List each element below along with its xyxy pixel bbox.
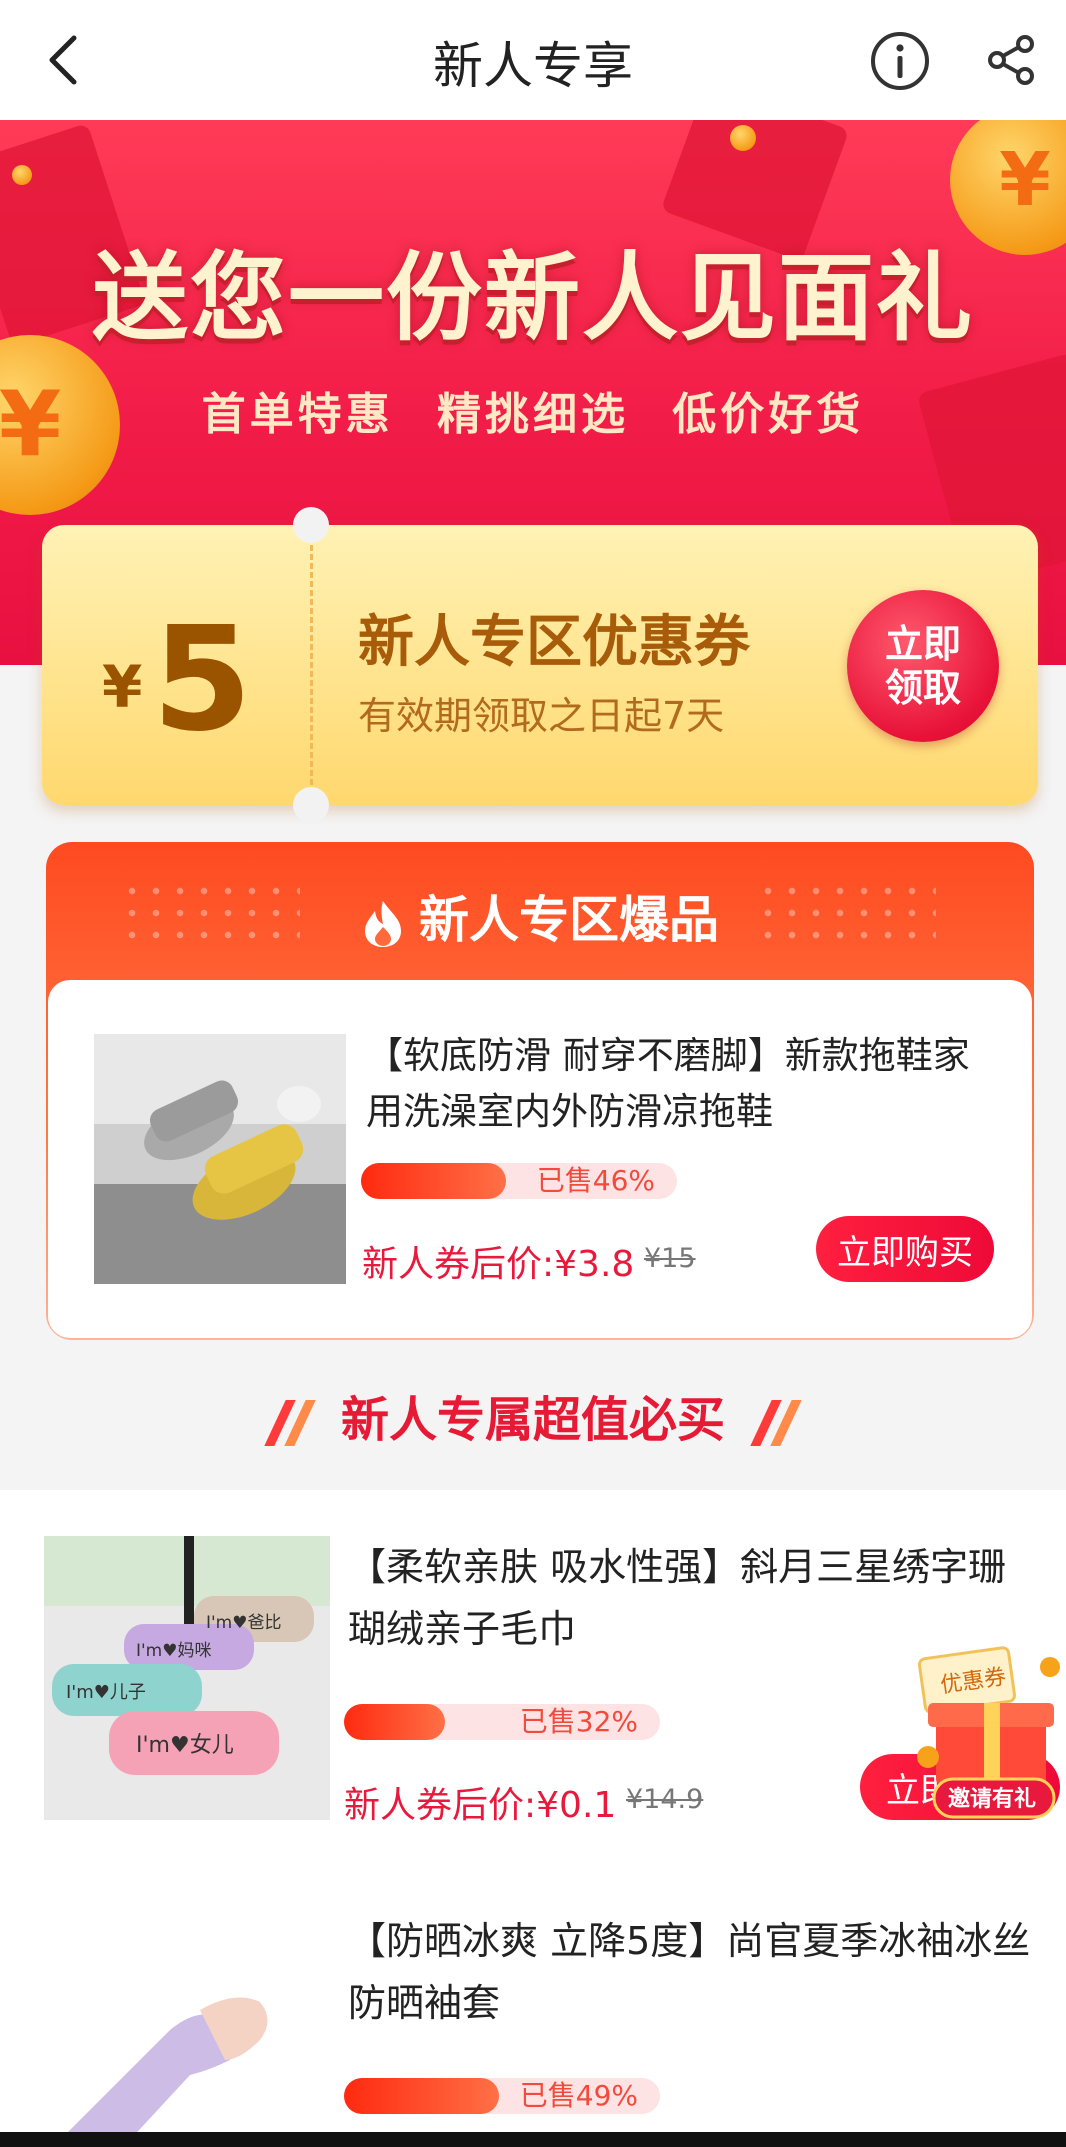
towel-text-1: I'm♥爸比 [206,1613,282,1633]
sold-progress-fill [344,1704,446,1740]
coupon-divider [310,545,313,785]
share-icon[interactable] [985,34,1037,86]
flame-icon [365,900,401,947]
hot-product-original-price: ¥15 [644,1243,696,1274]
sold-label: 已售32% [519,1705,638,1738]
coupon-title: 新人专区优惠券 [358,610,750,675]
banner-subline: 首单特惠 精挑细选 低价好货 [201,389,865,440]
page: 新人专享 ¥ ¥ 送您一份新人见面礼 首单特惠 精挑细选 低价好货 ¥ 5 新人… [0,0,1066,2147]
sold-label: 已售49% [519,2079,638,2112]
towel-text-4: I'm♥女儿 [136,1733,234,1758]
sold-progress: 已售32% [344,1704,660,1740]
coupon-currency: ¥ [102,653,143,721]
claim-label-line2: 领取 [884,666,961,710]
value-section-title-text: 新人专属超值必买 [340,1392,725,1448]
bottom-edge [0,2132,1066,2147]
top-bar: 新人专享 [0,0,1066,120]
info-icon[interactable] [869,30,931,92]
coin-icon [730,125,756,151]
slipper-product-image[interactable] [94,1034,346,1284]
product-name[interactable]: 【柔软亲肤 吸水性强】斜月三星绣字珊瑚绒亲子毛巾 [348,1536,1038,1660]
arm-sleeve-illustration [53,1997,268,2147]
coin-icon [12,165,32,185]
slipper-illustration [94,1034,346,1284]
list-item[interactable]: 【防晒冰爽 立降5度】尚官夏季冰袖冰丝防晒袖套 已售49% [0,1910,1066,2147]
hot-products-section: 新人专区爆品 【软底防滑 耐穿不磨脚】新款拖鞋家用洗澡室内外防滑凉拖鞋 已售46 [46,842,1034,1340]
claim-label-line1: 立即 [884,622,961,666]
hot-sold-label: 已售46% [536,1164,655,1197]
product-original-price: ¥14.9 [626,1784,704,1815]
new-user-coupon: ¥ 5 新人专区优惠券 有效期领取之日起7天 立即 领取 [42,507,1038,823]
gift-box-icon: 优惠券 邀请有礼 [917,1646,1060,1819]
product-name[interactable]: 【防晒冰爽 立降5度】尚官夏季冰袖冰丝防晒袖套 [348,1910,1038,2034]
value-section-title: 新人专属超值必买 [0,1380,1066,1450]
hot-buy-now-button[interactable]: 立即购买 [816,1216,994,1282]
towel-text-2: I'm♥妈咪 [136,1641,212,1661]
invite-gift-widget[interactable]: 优惠券 邀请有礼 [900,1645,1066,1820]
hot-section-title: 新人专区爆品 [46,880,1034,952]
arm-sleeve-product-image[interactable] [20,1910,306,2147]
hot-section-title-text: 新人专区爆品 [419,891,719,949]
claim-coupon-button[interactable]: 立即 领取 [847,590,999,742]
towel-product-image[interactable]: I'm♥爸比 I'm♥妈咪 I'm♥儿子 I'm♥女儿 [44,1536,330,1820]
hot-sold-progress: 已售46% [361,1163,677,1199]
banner-headline: 送您一份新人见面礼 [92,242,974,354]
hot-product-price: 新人券后价:¥3.8 [362,1244,635,1285]
towel-illustration: I'm♥爸比 I'm♥妈咪 I'm♥儿子 I'm♥女儿 [44,1536,330,1820]
sold-progress-fill [344,2078,499,2114]
product-price: 新人券后价:¥0.1 [344,1785,617,1826]
coupon-notch [293,787,329,823]
hot-product-name[interactable]: 【软底防滑 耐穿不磨脚】新款拖鞋家用洗澡室内外防滑凉拖鞋 [366,1028,1006,1140]
hot-product-card[interactable]: 【软底防滑 耐穿不磨脚】新款拖鞋家用洗澡室内外防滑凉拖鞋 已售46% 新人券后价… [48,980,1032,1338]
towel-text-3: I'm♥儿子 [66,1682,146,1703]
coupon-validity: 有效期领取之日起7天 [358,694,725,738]
coupon-amount: 5 [152,595,253,763]
hot-sold-progress-fill [361,1163,507,1199]
float-invite-text: 邀请有礼 [948,1786,1036,1812]
coupon-notch [293,507,329,543]
sold-progress: 已售49% [344,2078,660,2114]
